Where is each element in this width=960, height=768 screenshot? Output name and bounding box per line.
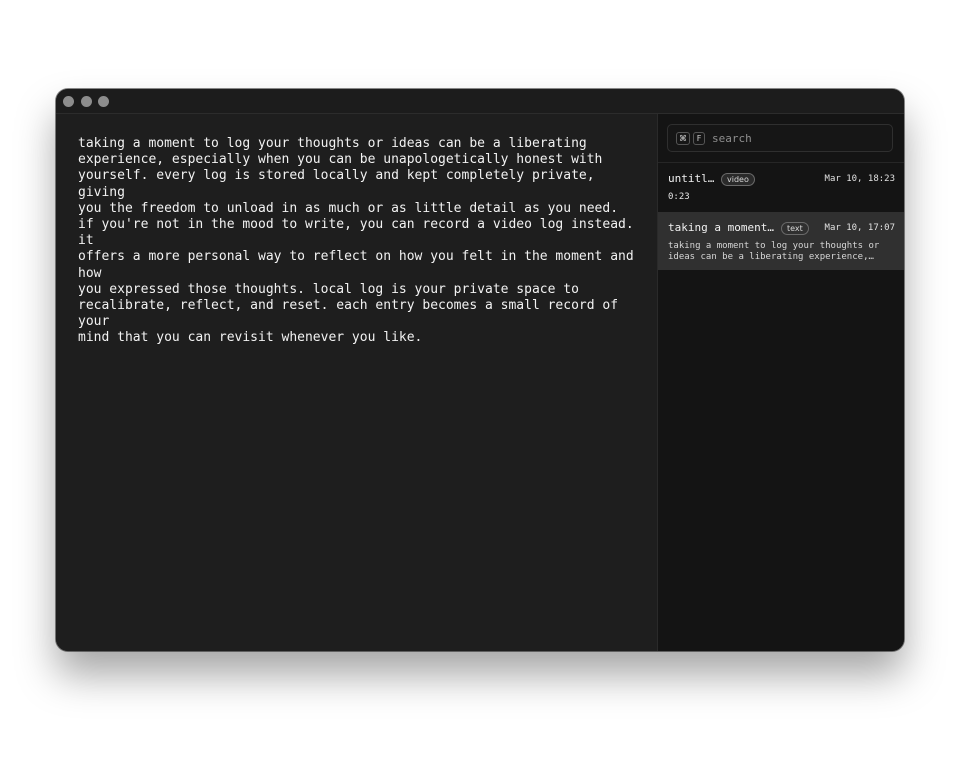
search-box[interactable]: ⌘ F (667, 124, 893, 152)
search-section: ⌘ F (658, 114, 904, 163)
minimize-window-button[interactable] (81, 96, 92, 107)
zoom-window-button[interactable] (98, 96, 109, 107)
editor-paragraph[interactable]: taking a moment to log your thoughts or … (78, 136, 638, 217)
entry-type-badge: text (781, 222, 809, 235)
entry-title: taking a moment to log your thoughts or … (668, 221, 776, 234)
entry-title: untitled (668, 172, 720, 185)
log-entry-selected[interactable]: taking a moment to log your thoughts or … (658, 212, 904, 270)
f-key-hint: F (693, 132, 705, 145)
entry-date: Mar 10, 17:07 (824, 223, 895, 233)
entry-preview: taking a moment to log your thoughts or … (668, 241, 880, 262)
title-bar (56, 89, 904, 114)
log-sidebar: ⌘ F untitled video Mar 10, 18:23 0:23 ta… (658, 114, 904, 651)
log-editor[interactable]: taking a moment to log your thoughts or … (56, 114, 658, 651)
search-input[interactable] (712, 129, 882, 147)
entry-type-badge: video (721, 173, 755, 186)
log-entry[interactable]: untitled video Mar 10, 18:23 0:23 (658, 163, 904, 211)
entry-date: Mar 10, 18:23 (824, 174, 895, 184)
close-window-button[interactable] (63, 96, 74, 107)
editor-paragraph[interactable]: if you're not in the mood to write, you … (78, 217, 638, 347)
app-window: taking a moment to log your thoughts or … (56, 89, 904, 651)
command-key-icon: ⌘ (676, 132, 690, 145)
entry-duration: 0:23 (668, 192, 690, 202)
